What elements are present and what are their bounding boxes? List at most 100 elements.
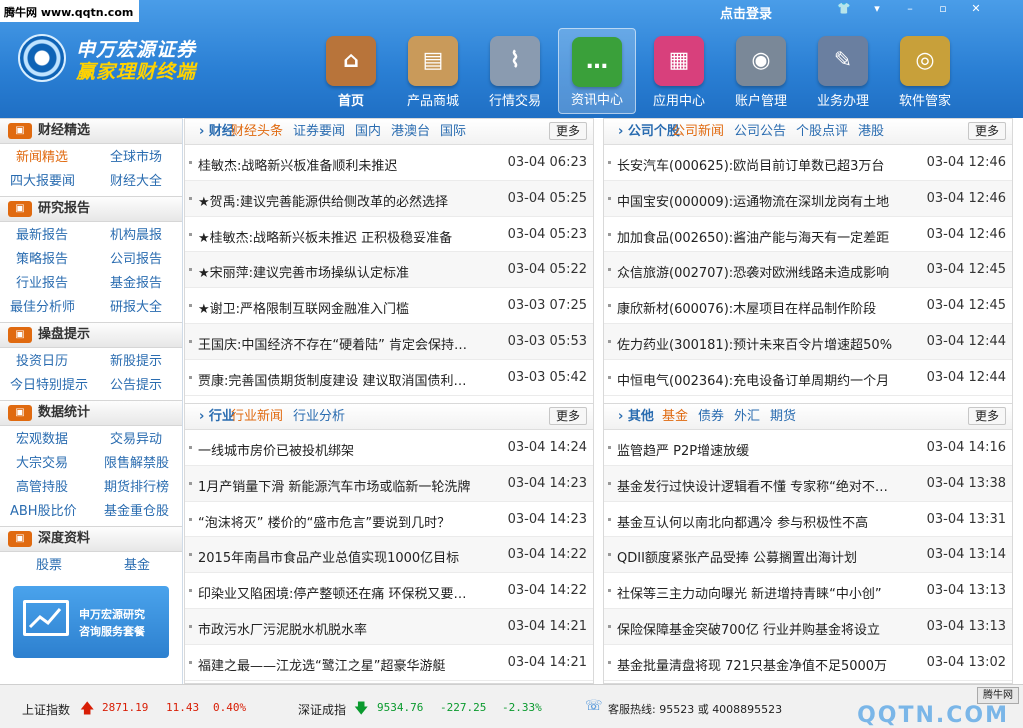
panel-tab[interactable]: 债券: [698, 404, 724, 429]
sidebar-link[interactable]: 投资日历: [16, 350, 68, 374]
news-headline[interactable]: 基金互认何以南北向都遇冷 参与积极性不高: [617, 512, 895, 531]
news-headline[interactable]: 印染业又陷困境:停产整顿还在痛 环保税又要来了: [198, 583, 476, 602]
news-item[interactable]: ★谢卫:严格限制互联网金融准入门槛 03-03 07:25: [185, 288, 593, 324]
news-headline[interactable]: 福建之最——江龙选“鹭江之星”超豪华游艇: [198, 655, 476, 674]
research-service-banner[interactable]: 申万宏源研究 咨询服务套餐: [13, 586, 169, 658]
news-headline[interactable]: 市政污水厂污泥脱水机脱水率: [198, 619, 476, 638]
news-headline[interactable]: 监管趋严 P2P增速放缓: [617, 440, 895, 459]
news-item[interactable]: 加加食品(002650):酱油产能与海天有一定差距 03-04 12:46: [604, 217, 1012, 253]
sidebar-link[interactable]: 股票: [36, 554, 62, 578]
news-headline[interactable]: 中国宝安(000009):运通物流在深圳龙岗有土地: [617, 191, 895, 210]
news-headline[interactable]: 一线城市房价已被投机绑架: [198, 440, 476, 459]
sidebar-link[interactable]: 全球市场: [110, 146, 162, 170]
news-item[interactable]: 市政污水厂污泥脱水机脱水率 03-04 14:21: [185, 608, 593, 645]
sidebar-section-header[interactable]: ▣ 深度资料: [0, 526, 182, 552]
news-headline[interactable]: 桂敏杰:战略新兴板准备顺利未推迟: [198, 155, 476, 174]
panel-title[interactable]: › 行业: [199, 404, 235, 429]
sidebar-link[interactable]: 期货排行榜: [104, 476, 169, 500]
close-icon[interactable]: ✕: [962, 0, 990, 20]
panel-tab[interactable]: 个股点评: [796, 119, 848, 144]
sidebar-link[interactable]: 基金报告: [110, 272, 162, 296]
sidebar-link[interactable]: 最新报告: [16, 224, 68, 248]
news-headline[interactable]: 佐力药业(300181):预计未来百令片增速超50%: [617, 334, 895, 353]
news-headline[interactable]: 基金发行过快设计逻辑看不懂 专家称“绝对不敢...: [617, 476, 895, 495]
sidebar-link[interactable]: 高管持股: [16, 476, 68, 500]
more-button[interactable]: 更多: [549, 122, 587, 140]
nav-home[interactable]: ⌂ 首页: [312, 28, 390, 114]
news-headline[interactable]: 王国庆:中国经济不存在“硬着陆” 肯定会保持中...: [198, 334, 476, 353]
sidebar-link[interactable]: 公告提示: [110, 374, 162, 398]
minimize-icon[interactable]: –: [896, 0, 924, 20]
news-headline[interactable]: 贾康:完善国债期货制度建设 建议取消国债利息...: [198, 370, 476, 389]
news-headline[interactable]: ★谢卫:严格限制互联网金融准入门槛: [198, 298, 476, 317]
shirt-icon[interactable]: 👕: [830, 0, 858, 20]
sidebar-section-header[interactable]: ▣ 数据统计: [0, 400, 182, 426]
more-button[interactable]: 更多: [968, 407, 1006, 425]
panel-title[interactable]: › 其他: [618, 404, 654, 429]
sidebar-section-header[interactable]: ▣ 财经精选: [0, 118, 182, 144]
sidebar-link[interactable]: ABH股比价: [10, 500, 77, 524]
panel-tab[interactable]: 国际: [440, 119, 466, 144]
news-item[interactable]: 社保等三主力动向曝光 新进增持青睐“中小创” 03-04 13:13: [604, 573, 1012, 609]
sidebar-link[interactable]: 基金: [124, 554, 150, 578]
news-headline[interactable]: 基金批量清盘将现 721只基金净值不足5000万: [617, 655, 895, 674]
nav-shopping-bag[interactable]: ▤ 产品商城: [394, 28, 472, 114]
menu-down-icon[interactable]: ▾: [863, 0, 891, 20]
news-headline[interactable]: QDII额度紧张产品受捧 公募搁置出海计划: [617, 547, 895, 566]
sidebar-link[interactable]: 最佳分析师: [10, 296, 75, 320]
news-item[interactable]: ★贺禹:建议完善能源供给侧改革的必然选择 03-04 05:25: [185, 180, 593, 217]
sidebar-link[interactable]: 四大报要闻: [10, 170, 75, 194]
panel-tab[interactable]: 国内: [355, 119, 381, 144]
news-item[interactable]: 印染业又陷困境:停产整顿还在痛 环保税又要来了 03-04 14:22: [185, 573, 593, 609]
nav-account-disc[interactable]: ◉ 账户管理: [722, 28, 800, 114]
sidebar-section-header[interactable]: ▣ 研究报告: [0, 196, 182, 222]
nav-notepad[interactable]: ✎ 业务办理: [804, 28, 882, 114]
sidebar-link[interactable]: 大宗交易: [16, 452, 68, 476]
news-headline[interactable]: 中恒电气(002364):充电设备订单周期约一个月: [617, 370, 895, 389]
panel-tab[interactable]: 行业分析: [293, 404, 345, 429]
sidebar-link[interactable]: 宏观数据: [16, 428, 68, 452]
news-item[interactable]: QDII额度紧张产品受捧 公募搁置出海计划 03-04 13:14: [604, 537, 1012, 574]
sidebar-link[interactable]: 基金重仓股: [104, 500, 169, 524]
news-item[interactable]: “泡沫将灭” 楼价的“盛市危言”要说到几时？ 03-04 14:23: [185, 502, 593, 538]
news-item[interactable]: 2015年南昌市食品产业总值实现1000亿目标 03-04 14:22: [185, 537, 593, 574]
news-headline[interactable]: 加加食品(002650):酱油产能与海天有一定差距: [617, 227, 895, 246]
news-item[interactable]: 佐力药业(300181):预计未来百令片增速超50% 03-04 12:44: [604, 323, 1012, 360]
news-item[interactable]: 中国宝安(000009):运通物流在深圳龙岗有土地 03-04 12:46: [604, 180, 1012, 217]
nav-chat-bubbles[interactable]: … 资讯中心: [558, 28, 636, 114]
news-item[interactable]: 众信旅游(002707):恐袭对欧洲线路未造成影响 03-04 12:45: [604, 252, 1012, 289]
sidebar-section-header[interactable]: ▣ 操盘提示: [0, 322, 182, 348]
panel-tab[interactable]: 港澳台: [391, 119, 430, 144]
more-button[interactable]: 更多: [968, 122, 1006, 140]
sidebar-link[interactable]: 限售解禁股: [104, 452, 169, 476]
news-item[interactable]: ★桂敏杰:战略新兴板未推迟 正积极稳妥准备 03-04 05:23: [185, 217, 593, 253]
panel-tab[interactable]: 港股: [858, 119, 884, 144]
sidebar-link[interactable]: 策略报告: [16, 248, 68, 272]
sidebar-link[interactable]: 公司报告: [110, 248, 162, 272]
news-item[interactable]: 桂敏杰:战略新兴板准备顺利未推迟 03-04 06:23: [185, 145, 593, 181]
sidebar-link[interactable]: 今日特别提示: [10, 374, 88, 398]
restore-icon[interactable]: ▫: [929, 0, 957, 20]
sidebar-link[interactable]: 财经大全: [110, 170, 162, 194]
news-item[interactable]: 贾康:完善国债期货制度建设 建议取消国债利息... 03-03 05:42: [185, 360, 593, 396]
news-item[interactable]: 基金互认何以南北向都遇冷 参与积极性不高 03-04 13:31: [604, 502, 1012, 538]
panel-tab[interactable]: 期货: [770, 404, 796, 429]
nav-market-chart[interactable]: ⌇ 行情交易: [476, 28, 554, 114]
news-item[interactable]: 中恒电气(002364):充电设备订单周期约一个月 03-04 12:44: [604, 360, 1012, 396]
login-link[interactable]: 点击登录: [720, 3, 772, 22]
news-item[interactable]: 福建之最——江龙选“鹭江之星”超豪华游艇 03-04 14:21: [185, 645, 593, 681]
panel-tab[interactable]: 公司新闻: [672, 119, 724, 144]
panel-title[interactable]: › 财经: [199, 119, 235, 144]
news-headline[interactable]: ★桂敏杰:战略新兴板未推迟 正积极稳妥准备: [198, 227, 476, 246]
sidebar-link[interactable]: 新闻精选: [16, 146, 68, 170]
sidebar-link[interactable]: 交易异动: [110, 428, 162, 452]
news-headline[interactable]: 2015年南昌市食品产业总值实现1000亿目标: [198, 547, 476, 566]
sidebar-link[interactable]: 行业报告: [16, 272, 68, 296]
news-headline[interactable]: 社保等三主力动向曝光 新进增持青睐“中小创”: [617, 583, 895, 602]
news-item[interactable]: 基金批量清盘将现 721只基金净值不足5000万 03-04 13:02: [604, 645, 1012, 681]
panel-tab[interactable]: 财经头条: [231, 119, 283, 144]
panel-tab[interactable]: 证券要闻: [293, 119, 345, 144]
panel-tab[interactable]: 外汇: [734, 404, 760, 429]
news-item[interactable]: 王国庆:中国经济不存在“硬着陆” 肯定会保持中... 03-03 05:53: [185, 323, 593, 360]
sidebar-link[interactable]: 机构晨报: [110, 224, 162, 248]
